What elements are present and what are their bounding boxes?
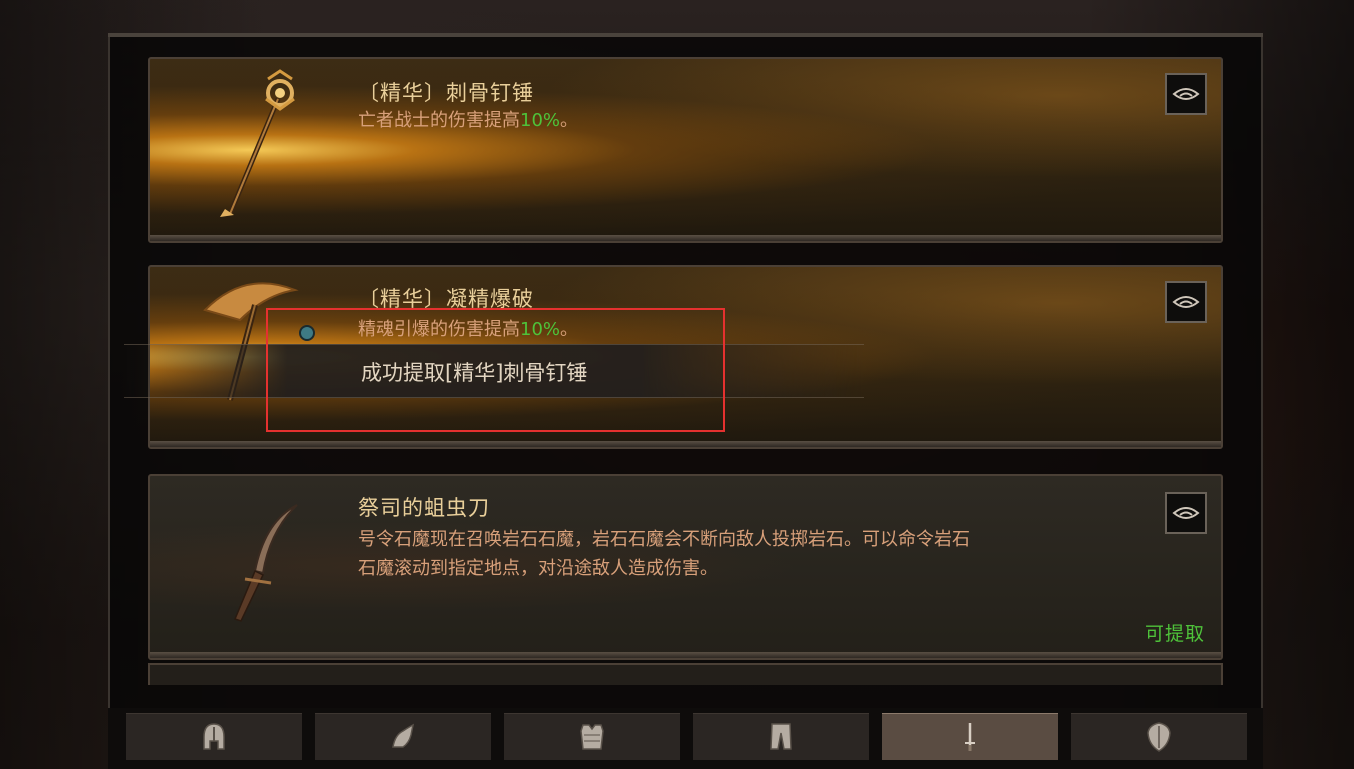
item-title: 祭司的蛆虫刀 [358,496,490,520]
next-card-peek [148,663,1223,685]
tab-pants[interactable] [693,713,869,760]
chest-armor-icon [580,724,604,750]
view-item-button[interactable] [1165,281,1207,323]
description-text: 亡者战士的伤害提高 [358,110,520,131]
highlight-box [266,308,725,432]
tab-chest[interactable] [504,713,680,760]
tab-weapon[interactable] [882,713,1058,760]
bone-mace-icon [220,69,295,217]
tab-gloves[interactable] [315,713,491,760]
description-line-1: 号令石魔现在召唤岩石石魔，岩石石魔会不断向敌人投掷岩石。可以命令岩石 [358,529,970,550]
tab-helmet[interactable] [126,713,302,760]
pants-icon [770,723,792,750]
item-description: 号令石魔现在召唤岩石石魔，岩石石魔会不断向敌人投掷岩石。可以命令岩石 石魔滚动到… [358,525,970,583]
eye-icon [1172,88,1200,100]
gloves-icon [392,723,415,748]
maggot-blade-icon [233,504,298,622]
item-card-1[interactable]: 〔精华〕刺骨钉锤 亡者战士的伤害提高10%。 [148,57,1223,243]
item-card-3[interactable]: 祭司的蛆虫刀 号令石魔现在召唤岩石石魔，岩石石魔会不断向敌人投掷岩石。可以命令岩… [148,474,1223,660]
view-item-button[interactable] [1165,492,1207,534]
tab-shield[interactable] [1071,713,1247,760]
helmet-icon [203,723,225,750]
eye-icon [1172,507,1200,519]
description-end: 。 [560,110,579,131]
extractable-status[interactable]: 可提取 [1145,619,1205,646]
shield-icon [1147,722,1171,752]
card-bottom-edge [150,652,1221,658]
item-title: 〔精华〕刺骨钉锤 [358,81,534,105]
card-bottom-edge [150,441,1221,447]
weapon-icon [965,723,975,751]
equipment-tab-bar [108,708,1263,769]
eye-icon [1172,296,1200,308]
item-description: 亡者战士的伤害提高10%。 [358,106,578,135]
view-item-button[interactable] [1165,73,1207,115]
card-bottom-edge [150,235,1221,241]
description-line-2: 石魔滚动到指定地点，对沿途敌人造成伤害。 [358,558,718,579]
bonus-value: 10% [520,110,561,131]
